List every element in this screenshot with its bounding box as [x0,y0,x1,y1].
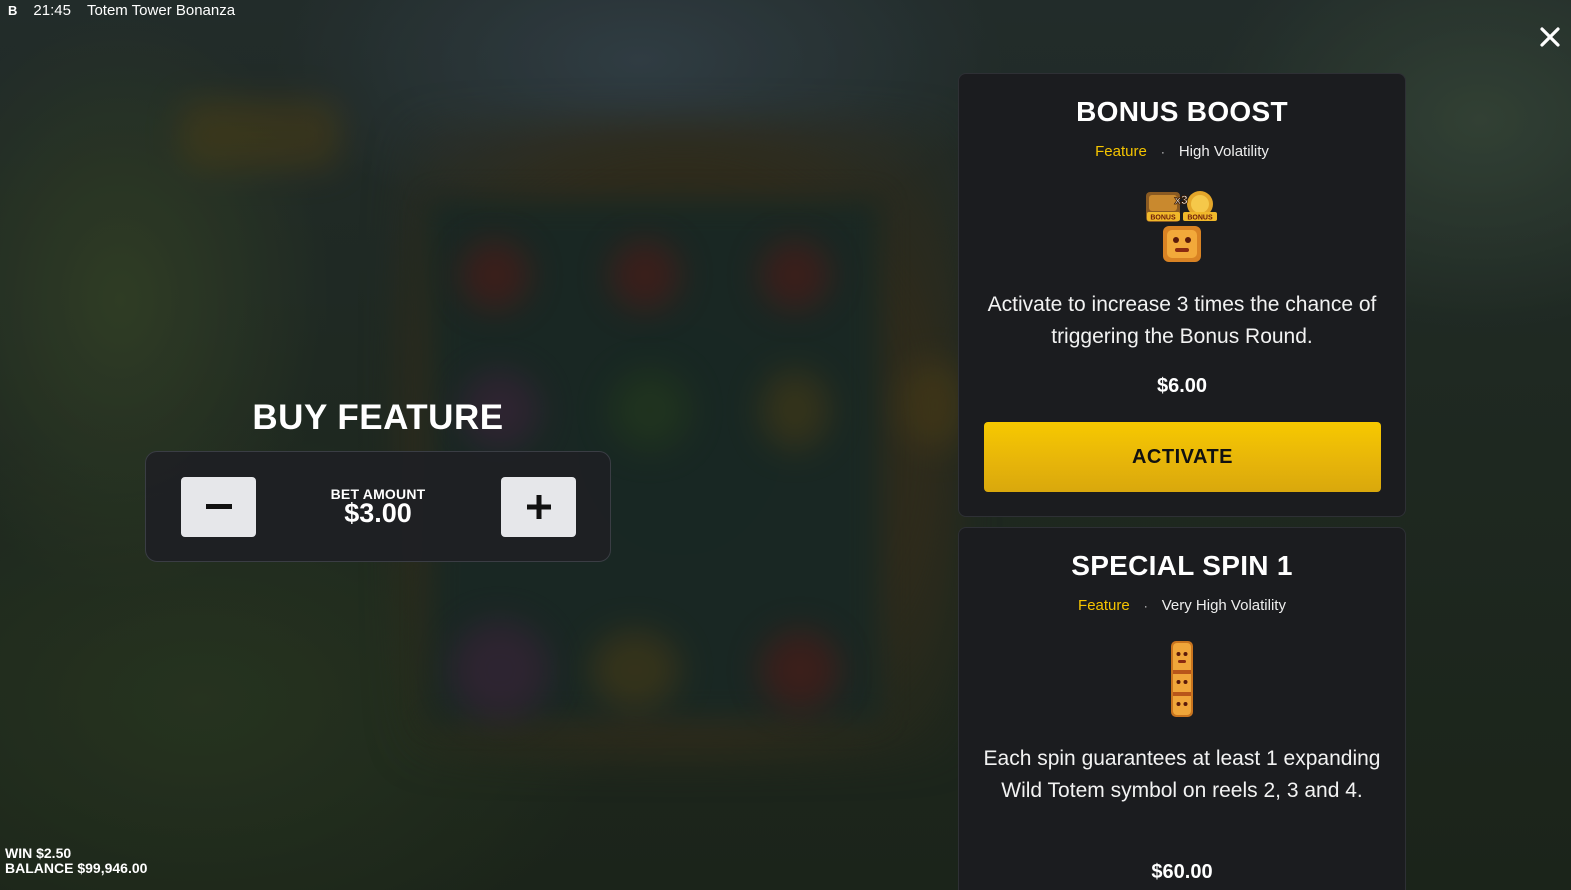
balance-amount: BALANCE $99,946.00 [5,860,148,876]
feature-price: $6.00 [1156,375,1208,397]
status-bar: B 21:45 Totem Tower Bonanza [0,0,235,20]
feature-card-special-spin-1[interactable]: SPECIAL SPIN 1 Feature · Very High Volat… [958,527,1406,890]
brand-logo: B [8,2,18,18]
clock: 21:45 [33,1,71,19]
feature-volatility: Very High Volatility [1161,597,1286,614]
balance-panel: WIN $2.50 BALANCE $99,946.00 [5,846,147,876]
feature-description: Activate to increase 3 times the chance … [987,293,1377,348]
win-amount: WIN $2.50 [5,845,72,861]
feature-price: $60.00 [1151,861,1213,883]
wild-totem-icon [1171,641,1193,717]
game-title: Totem Tower Bonanza [86,1,236,19]
svg-text:BONUS: BONUS [1187,215,1213,222]
feature-meta: Feature · High Volatility [959,143,1405,160]
feature-type: Feature [1095,143,1147,160]
feature-type: Feature [1078,597,1130,614]
close-button[interactable] [1535,22,1565,52]
svg-text:x3: x3 [1174,193,1188,207]
bonus-x3-totem-icon: BONUS BONUS x3 [1146,191,1217,262]
close-icon [1540,27,1560,47]
activate-button[interactable]: ACTIVATE [984,422,1381,492]
svg-text:BONUS: BONUS [1150,215,1176,222]
meta-separator: · [1143,598,1148,613]
plus-icon [526,495,551,519]
buy-feature-title: BUY FEATURE [252,398,504,437]
feature-title: SPECIAL SPIN 1 [1071,550,1293,581]
bet-amount-panel: BET AMOUNT $3.00 [145,451,611,562]
feature-card-bonus-boost: BONUS BOOST Feature · High Volatility BO… [958,73,1406,517]
feature-volatility: High Volatility [1178,143,1269,160]
feature-title: BONUS BOOST [1076,96,1288,127]
increase-bet-button[interactable] [501,477,576,537]
meta-separator: · [1160,144,1165,159]
feature-description: Each spin guarantees at least 1 expandin… [983,747,1381,802]
feature-meta: Feature · Very High Volatility [959,597,1405,614]
